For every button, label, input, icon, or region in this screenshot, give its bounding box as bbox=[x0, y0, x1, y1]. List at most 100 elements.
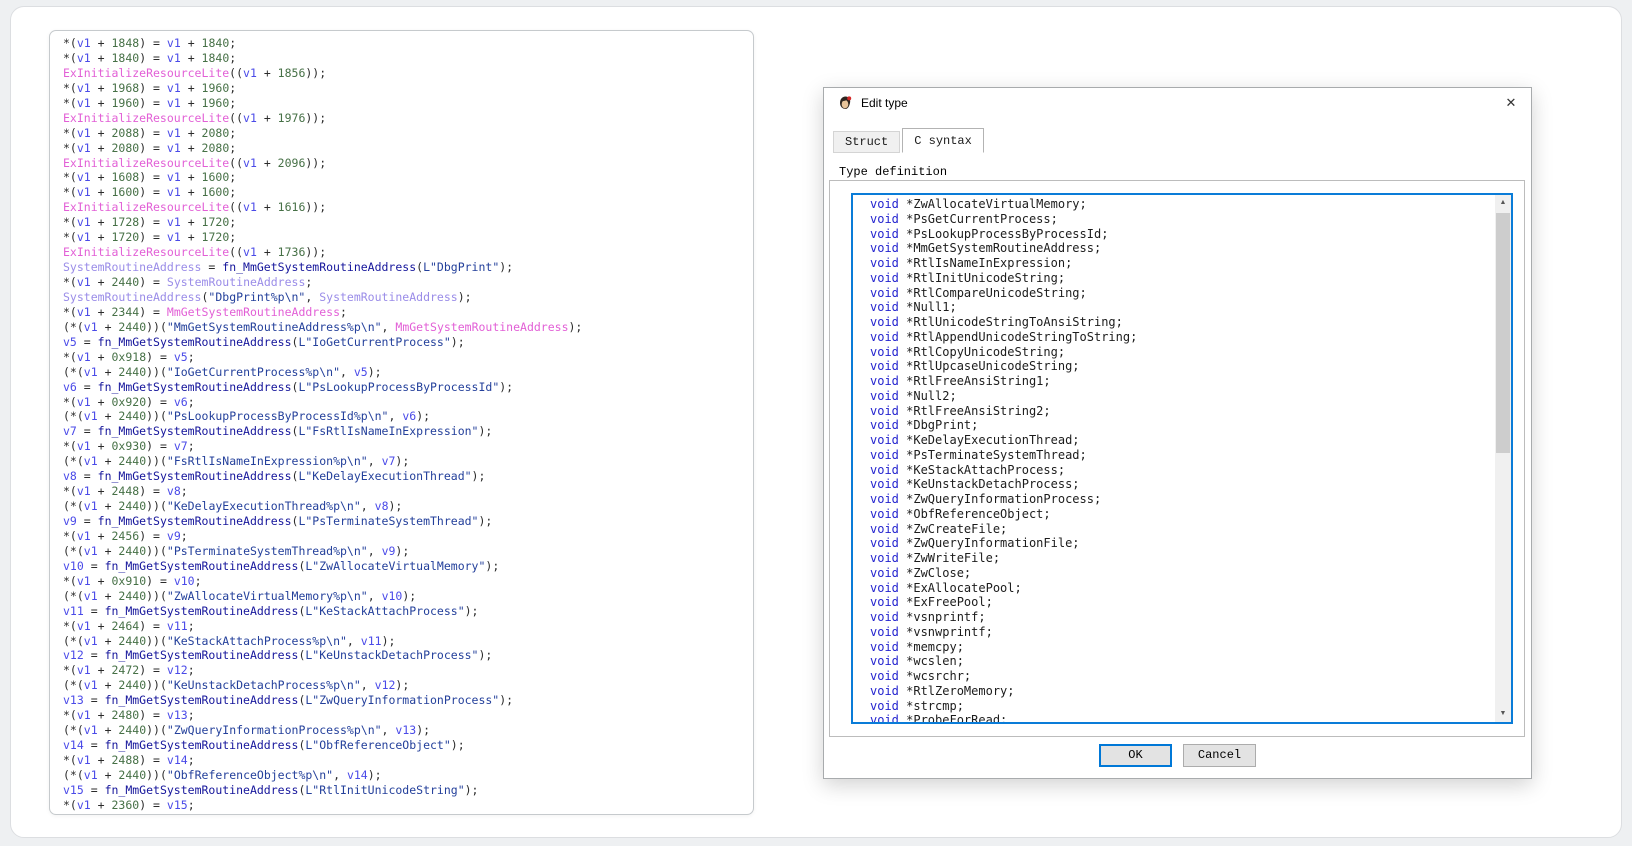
type-definition-text: void *ZwAllocateVirtualMemory;void *PsGe… bbox=[853, 197, 1494, 722]
pseudocode-line: v6 = fn_MmGetSystemRoutineAddress(L"PsLo… bbox=[63, 380, 582, 395]
pseudocode-line: ExInitializeResourceLite((v1 + 2096)); bbox=[63, 156, 582, 171]
pseudocode-line: (*(v1 + 2440))("MmGetSystemRoutineAddres… bbox=[63, 320, 582, 335]
type-definition-line: void *DbgPrint; bbox=[870, 418, 1494, 433]
close-button[interactable]: ✕ bbox=[1491, 88, 1531, 118]
pseudocode-line: *(v1 + 2448) = v8; bbox=[63, 484, 582, 499]
type-definition-line: void *PsTerminateSystemThread; bbox=[870, 448, 1494, 463]
pseudocode-line: *(v1 + 2480) = v13; bbox=[63, 708, 582, 723]
pseudocode-line: *(v1 + 1600) = v1 + 1600; bbox=[63, 185, 582, 200]
pseudocode-line: *(v1 + 0x930) = v7; bbox=[63, 439, 582, 454]
pseudocode-line: *(v1 + 2456) = v9; bbox=[63, 529, 582, 544]
pseudocode-line: *(v1 + 2488) = v14; bbox=[63, 753, 582, 768]
pseudocode-line: v5 = fn_MmGetSystemRoutineAddress(L"IoGe… bbox=[63, 335, 582, 350]
pseudocode-line: *(v1 + 2464) = v11; bbox=[63, 619, 582, 634]
dialog-buttons: OK Cancel bbox=[824, 744, 1531, 767]
type-definition-line: void *RtlFreeAnsiString2; bbox=[870, 404, 1494, 419]
scroll-up-icon: ▲ bbox=[1500, 199, 1507, 206]
dialog-tabs: Struct C syntax bbox=[833, 128, 984, 153]
scroll-up-button[interactable]: ▲ bbox=[1495, 195, 1511, 211]
type-definition-line: void *RtlAppendUnicodeStringToString; bbox=[870, 330, 1494, 345]
type-definition-line: void *PsGetCurrentProcess; bbox=[870, 212, 1494, 227]
scroll-down-button[interactable]: ▼ bbox=[1495, 706, 1511, 722]
pseudocode-line: (*(v1 + 2440))("PsTerminateSystemThread%… bbox=[63, 544, 582, 559]
type-definition-line: void *ObfReferenceObject; bbox=[870, 507, 1494, 522]
type-definition-line: void *RtlUpcaseUnicodeString; bbox=[870, 359, 1494, 374]
type-definition-line: void *ExAllocatePool; bbox=[870, 581, 1494, 596]
type-definition-line: void *RtlCopyUnicodeString; bbox=[870, 345, 1494, 360]
cancel-button[interactable]: Cancel bbox=[1183, 744, 1256, 767]
type-definition-line: void *ProbeForRead; bbox=[870, 713, 1494, 722]
pseudocode-line: (*(v1 + 2440))("FsRtlIsNameInExpression%… bbox=[63, 454, 582, 469]
type-definition-line: void *Null1; bbox=[870, 300, 1494, 315]
type-definition-line: void *KeDelayExecutionThread; bbox=[870, 433, 1494, 448]
pseudocode-line: v11 = fn_MmGetSystemRoutineAddress(L"KeS… bbox=[63, 604, 582, 619]
pseudocode-line: *(v1 + 2360) = v15; bbox=[63, 798, 582, 813]
tab-c-syntax[interactable]: C syntax bbox=[902, 128, 984, 153]
pseudocode-line: ExInitializeResourceLite((v1 + 1616)); bbox=[63, 200, 582, 215]
pseudocode-line: ExInitializeResourceLite((v1 + 1976)); bbox=[63, 111, 582, 126]
pseudocode-line: (*(v1 + 2440))("IoGetCurrentProcess%p\n"… bbox=[63, 365, 582, 380]
pseudocode-line: *(v1 + 1728) = v1 + 1720; bbox=[63, 215, 582, 230]
pseudocode-line: *(v1 + 1840) = v1 + 1840; bbox=[63, 51, 582, 66]
pseudocode-line: (*(v1 + 2440))("PsLookupProcessByProcess… bbox=[63, 409, 582, 424]
pseudocode-line: (*(v1 + 2440))("KeDelayExecutionThread%p… bbox=[63, 499, 582, 514]
type-definition-line: void *KeStackAttachProcess; bbox=[870, 463, 1494, 478]
ida-icon bbox=[837, 95, 853, 111]
pseudocode-line: v9 = fn_MmGetSystemRoutineAddress(L"PsTe… bbox=[63, 514, 582, 529]
pseudocode-line: ExInitializeResourceLite((v1 + 1736)); bbox=[63, 245, 582, 260]
pseudocode-line: v8 = fn_MmGetSystemRoutineAddress(L"KeDe… bbox=[63, 469, 582, 484]
pseudocode-line: *(v1 + 2344) = MmGetSystemRoutineAddress… bbox=[63, 305, 582, 320]
type-definition-label: Type definition bbox=[837, 165, 949, 179]
pseudocode-line: (*(v1 + 2440))("ObfReferenceObject%p\n",… bbox=[63, 768, 582, 783]
pseudocode-line: *(v1 + 0x918) = v5; bbox=[63, 350, 582, 365]
editor-scrollbar[interactable]: ▲ ▼ bbox=[1495, 195, 1511, 722]
type-definition-line: void *ZwQueryInformationProcess; bbox=[870, 492, 1494, 507]
pseudocode-line: v10 = fn_MmGetSystemRoutineAddress(L"ZwA… bbox=[63, 559, 582, 574]
type-definition-group: Type definition void *ZwAllocateVirtualM… bbox=[829, 180, 1525, 737]
type-definition-line: void *RtlInitUnicodeString; bbox=[870, 271, 1494, 286]
pseudocode-line: *(v1 + 1848) = v1 + 1840; bbox=[63, 36, 582, 51]
pseudocode-panel[interactable]: *(v1 + 1848) = v1 + 1840;*(v1 + 1840) = … bbox=[49, 30, 754, 815]
dialog-titlebar[interactable]: Edit type ✕ bbox=[824, 88, 1531, 118]
type-definition-line: void *RtlFreeAnsiString1; bbox=[870, 374, 1494, 389]
type-definition-line: void *wcslen; bbox=[870, 654, 1494, 669]
type-definition-line: void *RtlCompareUnicodeString; bbox=[870, 286, 1494, 301]
type-definition-line: void *vsnprintf; bbox=[870, 610, 1494, 625]
type-definition-line: void *RtlZeroMemory; bbox=[870, 684, 1494, 699]
dialog-title: Edit type bbox=[861, 88, 908, 118]
pseudocode-line: v12 = fn_MmGetSystemRoutineAddress(L"KeU… bbox=[63, 648, 582, 663]
pseudocode-line: *(v1 + 1720) = v1 + 1720; bbox=[63, 230, 582, 245]
pseudocode-line: (*(v1 + 2440))("KeStackAttachProcess%p\n… bbox=[63, 634, 582, 649]
pseudocode-line: v7 = fn_MmGetSystemRoutineAddress(L"FsRt… bbox=[63, 424, 582, 439]
pseudocode-line: *(v1 + 1608) = v1 + 1600; bbox=[63, 170, 582, 185]
type-definition-line: void *ZwCreateFile; bbox=[870, 522, 1494, 537]
pseudocode-line: *(v1 + 0x910) = v10; bbox=[63, 574, 582, 589]
type-definition-line: void *strcmp; bbox=[870, 699, 1494, 714]
type-definition-line: void *KeUnstackDetachProcess; bbox=[870, 477, 1494, 492]
type-definition-line: void *PsLookupProcessByProcessId; bbox=[870, 227, 1494, 242]
tab-struct[interactable]: Struct bbox=[833, 131, 900, 153]
pseudocode-line: v14 = fn_MmGetSystemRoutineAddress(L"Obf… bbox=[63, 738, 582, 753]
type-definition-editor[interactable]: void *ZwAllocateVirtualMemory;void *PsGe… bbox=[851, 193, 1513, 724]
type-definition-line: void *ZwClose; bbox=[870, 566, 1494, 581]
type-definition-line: void *ZwAllocateVirtualMemory; bbox=[870, 197, 1494, 212]
pseudocode-line: (*(v1 + 2440))("KeUnstackDetachProcess%p… bbox=[63, 678, 582, 693]
pseudocode-line: *(v1 + 0x920) = v6; bbox=[63, 395, 582, 410]
scrollbar-thumb[interactable] bbox=[1496, 213, 1510, 453]
pseudocode-line: *(v1 + 2472) = v12; bbox=[63, 663, 582, 678]
close-icon: ✕ bbox=[1506, 95, 1517, 110]
type-definition-line: void *RtlUnicodeStringToAnsiString; bbox=[870, 315, 1494, 330]
pseudocode-line: *(v1 + 2080) = v1 + 2080; bbox=[63, 141, 582, 156]
pseudocode-line: ExInitializeResourceLite((v1 + 1856)); bbox=[63, 66, 582, 81]
pseudocode-line: SystemRoutineAddress = fn_MmGetSystemRou… bbox=[63, 260, 582, 275]
pseudocode-line: SystemRoutineAddress("DbgPrint%p\n", Sys… bbox=[63, 290, 582, 305]
pseudocode-line: *(v1 + 2440) = SystemRoutineAddress; bbox=[63, 275, 582, 290]
pseudocode-line: *(v1 + 1968) = v1 + 1960; bbox=[63, 81, 582, 96]
type-definition-line: void *ZwQueryInformationFile; bbox=[870, 536, 1494, 551]
pseudocode-line: v15 = fn_MmGetSystemRoutineAddress(L"Rtl… bbox=[63, 783, 582, 798]
pseudocode-text: *(v1 + 1848) = v1 + 1840;*(v1 + 1840) = … bbox=[63, 36, 582, 813]
type-definition-line: void *vsnwprintf; bbox=[870, 625, 1494, 640]
type-definition-line: void *MmGetSystemRoutineAddress; bbox=[870, 241, 1494, 256]
scroll-down-icon: ▼ bbox=[1500, 710, 1507, 717]
ok-button[interactable]: OK bbox=[1099, 744, 1172, 767]
